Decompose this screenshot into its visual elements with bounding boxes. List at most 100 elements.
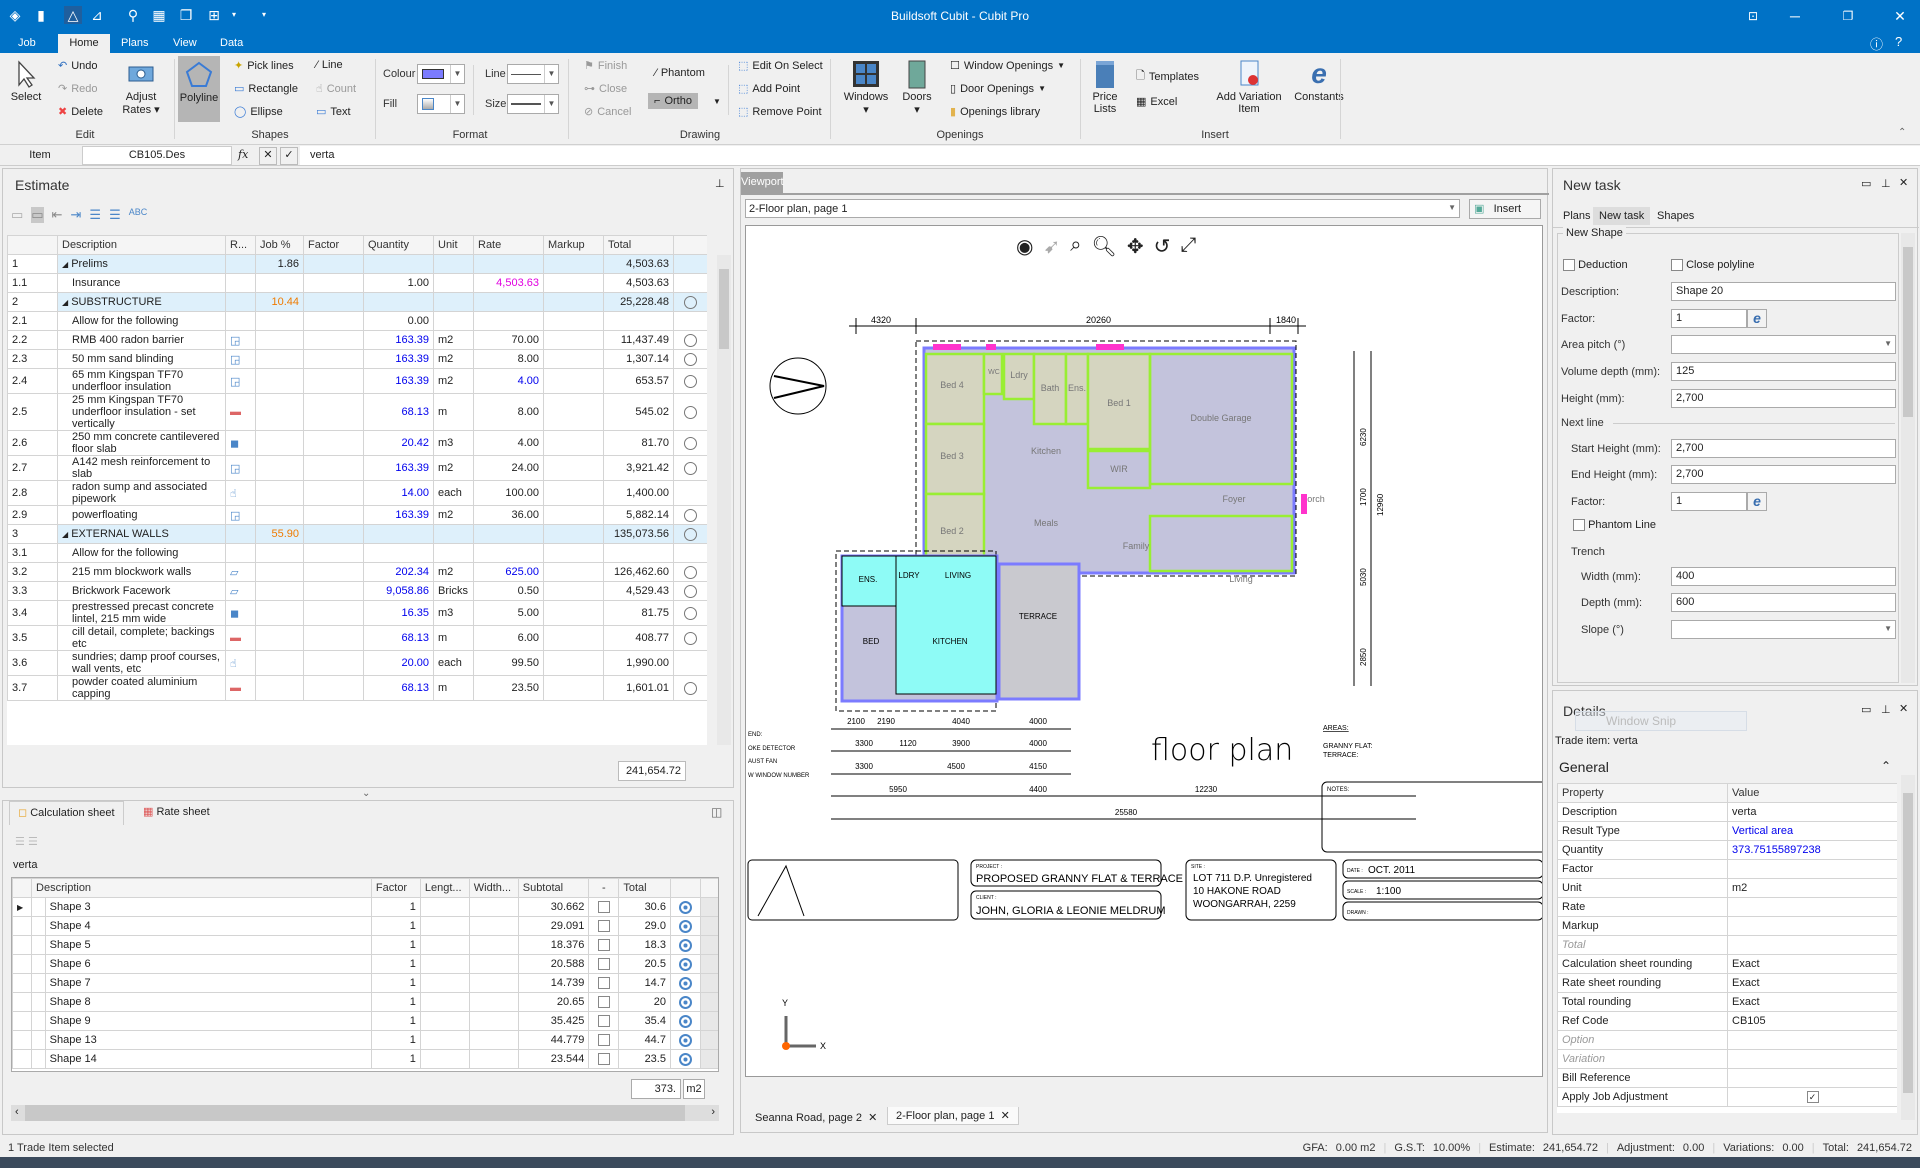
column-header-deduct[interactable]: - bbox=[588, 878, 620, 898]
edit-on-select-button[interactable]: ⬚ Edit On Select bbox=[738, 59, 823, 73]
status-circle-icon[interactable] bbox=[684, 352, 697, 366]
apply-job-adjustment-checkbox[interactable]: ✓ bbox=[1806, 1091, 1819, 1104]
quantity-cell[interactable]: 0.00 bbox=[363, 311, 434, 331]
length-cell[interactable] bbox=[419, 992, 470, 1012]
rate-cell[interactable]: 36.00 bbox=[473, 505, 544, 525]
property-row[interactable]: Total bbox=[1557, 935, 1897, 955]
rate-cell[interactable]: 8.00 bbox=[473, 349, 544, 369]
rate-cell[interactable]: 8.00 bbox=[473, 393, 544, 431]
cancel-button[interactable]: ⊘ Cancel bbox=[584, 105, 631, 119]
factor-cell[interactable]: 1 bbox=[370, 916, 421, 936]
rate-cell[interactable]: 70.00 bbox=[473, 330, 544, 350]
remove-point-button[interactable]: ⬚ Remove Point bbox=[738, 105, 822, 119]
property-value[interactable]: CB105 bbox=[1727, 1011, 1897, 1031]
width-cell[interactable] bbox=[468, 1011, 519, 1031]
insert-plan-button[interactable]: ▣ Insert bbox=[1469, 199, 1541, 219]
calc-row[interactable]: Shape 14 1 23.544 23.5 bbox=[12, 1049, 718, 1069]
quantity-cell[interactable]: 163.39 bbox=[363, 368, 434, 394]
estimate-row[interactable]: 2.2 RMB 400 radon barrier ◲ 163.39 m2 70.00 11… bbox=[7, 330, 707, 350]
tab-view[interactable]: View bbox=[165, 34, 205, 53]
quantity-cell[interactable]: 68.13 bbox=[363, 625, 434, 651]
quantity-cell[interactable]: 68.13 bbox=[363, 675, 434, 701]
rate-cell[interactable]: 100.00 bbox=[473, 480, 544, 506]
column-header-job-percent[interactable]: Job % bbox=[255, 235, 304, 255]
rate-cell[interactable]: 4.00 bbox=[473, 368, 544, 394]
close-shape-button[interactable]: ⊶ Close bbox=[584, 82, 627, 96]
window-openings-button[interactable]: ☐ Window Openings ▼ bbox=[950, 59, 1065, 73]
quantity-cell[interactable] bbox=[363, 543, 434, 563]
property-value[interactable] bbox=[1727, 859, 1897, 879]
width-cell[interactable] bbox=[468, 935, 519, 955]
column-header-description[interactable]: Description bbox=[57, 235, 226, 255]
deduct-checkbox[interactable] bbox=[597, 1053, 610, 1066]
trench-slope-select[interactable]: ▼ bbox=[1671, 620, 1896, 639]
property-value[interactable] bbox=[1727, 897, 1897, 917]
row-description[interactable]: Insurance bbox=[57, 273, 226, 293]
deduction-checkbox[interactable]: Deduction bbox=[1563, 259, 1628, 272]
status-circle-icon[interactable] bbox=[684, 681, 697, 695]
shape-description[interactable]: Shape 6 bbox=[44, 954, 372, 974]
close-tab-icon[interactable]: ✕ bbox=[868, 1112, 877, 1124]
status-circle-icon[interactable] bbox=[684, 461, 697, 475]
function-icon[interactable]: fx bbox=[238, 148, 248, 161]
trench-depth-input[interactable]: 600 bbox=[1671, 593, 1896, 612]
length-cell[interactable] bbox=[419, 935, 470, 955]
property-row[interactable]: Apply Job Adjustment ✓ bbox=[1557, 1087, 1897, 1107]
shape-description[interactable]: Shape 4 bbox=[44, 916, 372, 936]
adjust-rates-button[interactable]: Adjust Rates ▾ bbox=[118, 59, 164, 116]
rate-cell[interactable]: 4.00 bbox=[473, 430, 544, 456]
estimate-row[interactable]: 2.8 radon sump and associated pipework ☝ 14… bbox=[7, 480, 707, 506]
rate-cell[interactable]: 24.00 bbox=[473, 455, 544, 481]
item-name-box[interactable]: CB105.Des bbox=[82, 146, 232, 165]
cancel-formula-icon[interactable]: ✕ bbox=[259, 147, 277, 165]
close-panel-icon[interactable]: ✕ bbox=[1899, 702, 1908, 715]
estimate-row[interactable]: 3.2 215 mm blockwork walls ▱ 202.34 m2 625.00… bbox=[7, 562, 707, 582]
calc-row[interactable]: Shape 7 1 14.739 14.7 bbox=[12, 973, 718, 993]
factor-cell[interactable]: 1 bbox=[370, 897, 421, 917]
row-description[interactable]: Allow for the following bbox=[57, 311, 226, 331]
row-description[interactable]: prestressed precast concrete lintel, 215… bbox=[57, 600, 226, 626]
collapse-group-icon[interactable]: ◢ bbox=[62, 298, 68, 307]
minimize-button[interactable]: ─ bbox=[1780, 6, 1810, 26]
outdent-icon[interactable]: ⇤ bbox=[52, 207, 63, 223]
insert-row-icon[interactable]: ☰ bbox=[15, 836, 25, 848]
factor-cell[interactable]: 1 bbox=[370, 935, 421, 955]
splitter-chevron-icon[interactable]: ⌄ bbox=[362, 788, 370, 799]
phantom-button[interactable]: ⁄ Phantom bbox=[655, 67, 705, 79]
row-description[interactable]: ◢ SUBSTRUCTURE bbox=[57, 292, 226, 312]
status-circle-icon[interactable] bbox=[684, 405, 697, 419]
estimate-row[interactable]: 2.6 250 mm concrete cantilevered floor sl… bbox=[7, 430, 707, 456]
row-description[interactable]: RMB 400 radon barrier bbox=[57, 330, 226, 350]
fill-dropdown[interactable]: ▼ bbox=[417, 94, 465, 114]
column-header-rate-type[interactable]: R... bbox=[225, 235, 256, 255]
property-row[interactable]: Unit m2 bbox=[1557, 878, 1897, 898]
width-cell[interactable] bbox=[468, 916, 519, 936]
status-circle-icon[interactable] bbox=[684, 333, 697, 347]
volume-depth-input[interactable]: 125 bbox=[1671, 362, 1896, 381]
width-cell[interactable] bbox=[468, 992, 519, 1012]
doc-tab-seanna-road[interactable]: Seanna Road, page 2 ✕ bbox=[747, 1109, 885, 1127]
property-value[interactable] bbox=[1727, 916, 1897, 936]
row-selector[interactable] bbox=[12, 935, 33, 955]
deduct-checkbox[interactable] bbox=[597, 977, 610, 990]
checkbox[interactable] bbox=[1671, 259, 1683, 272]
row-selector[interactable] bbox=[12, 1011, 33, 1031]
row-description[interactable]: Allow for the following bbox=[57, 543, 226, 563]
estimate-scrollbar[interactable] bbox=[717, 255, 731, 745]
rate-cell[interactable]: 625.00 bbox=[473, 562, 544, 582]
estimate-row[interactable]: 1.1 Insurance 1.00 4,503.63 4,503.63 bbox=[7, 273, 707, 293]
shape-description[interactable]: Shape 3 bbox=[44, 897, 372, 917]
property-value[interactable] bbox=[1727, 1068, 1897, 1088]
factor-cell[interactable]: 1 bbox=[370, 992, 421, 1012]
quantity-cell[interactable]: 16.35 bbox=[363, 600, 434, 626]
deduct-checkbox[interactable] bbox=[597, 996, 610, 1009]
factor-cell[interactable]: 1 bbox=[370, 1049, 421, 1069]
row-description[interactable]: 25 mm Kingspan TF70 underfloor insulatio… bbox=[57, 393, 226, 431]
collapse-group-icon[interactable]: ◢ bbox=[62, 260, 68, 269]
length-cell[interactable] bbox=[419, 973, 470, 993]
calc-row[interactable]: ▶ Shape 3 1 30.662 30.6 bbox=[12, 897, 718, 917]
quantity-cell[interactable]: 68.13 bbox=[363, 393, 434, 431]
scroll-left-icon[interactable]: ‹ bbox=[15, 1106, 19, 1118]
estimate-row[interactable]: 3 ◢ EXTERNAL WALLS 55.90 135,073.56 bbox=[7, 524, 707, 544]
status-circle-icon[interactable] bbox=[684, 606, 697, 620]
